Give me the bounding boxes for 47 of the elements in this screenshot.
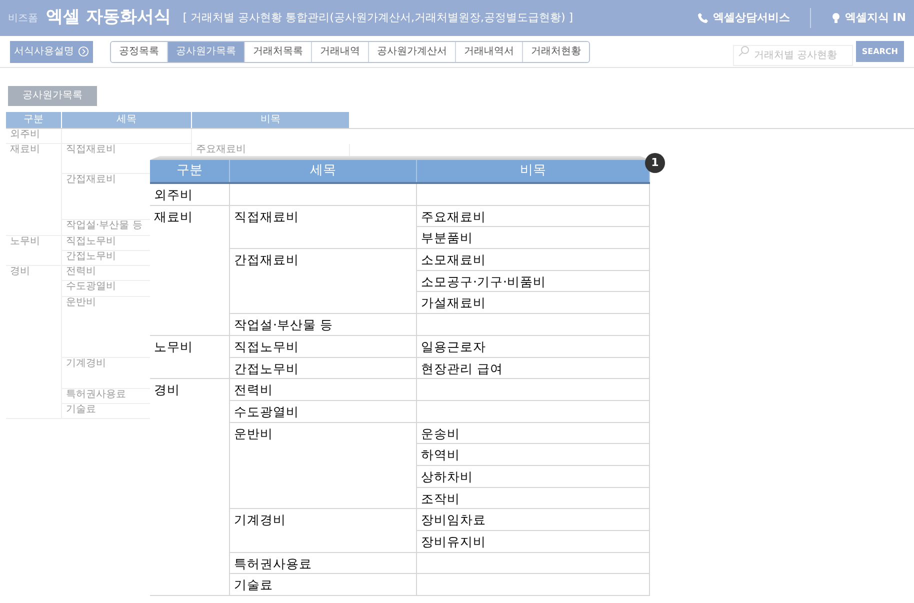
item-cell: 상하차비 (417, 466, 650, 488)
item-cell: 현장관리 급여 (417, 358, 650, 380)
item-cell: 소모재료비 (417, 249, 650, 271)
search-icon (738, 45, 750, 57)
search-field[interactable]: 거래처별 공사현황 (732, 45, 853, 66)
item-cell: 운송비 (417, 422, 650, 444)
subcategory-cell: 직접노무비 (230, 336, 417, 358)
subcategory-cell: 수도광열비 (230, 400, 417, 423)
app-title: 엑셀 자동화서식 (46, 6, 171, 30)
category-cell: 재료비 (6, 144, 62, 236)
subcategory-cell: 간접노무비 (230, 358, 417, 380)
item-cell: 하역비 (417, 444, 650, 466)
item-cell: 장비임차료 (417, 509, 650, 531)
category-cell: 경비 (6, 266, 62, 420)
subcategory-cell: 운반비 (230, 422, 417, 510)
subcategory-cell: 직접재료비 (230, 206, 417, 250)
subcategory-cell: 작업설·부산물 등 (230, 314, 417, 336)
app-subtitle: [ 거래처별 공사현황 통합관리(공사원가계산서,거래처별원장,공정별도급현황) ] (182, 10, 574, 26)
item-cell: 가설재료비 (417, 292, 650, 314)
item-cell: 소모공구·기구·비품비 (417, 270, 650, 292)
category-cell: 외주비 (150, 184, 230, 206)
item-cell: 조작비 (417, 488, 650, 510)
column-header: 비목 (417, 160, 650, 182)
category-cell: 노무비 (6, 236, 62, 266)
bulb-icon (830, 12, 841, 24)
item-cell: 부분품비 (417, 227, 650, 250)
category-cell: 재료비 (150, 206, 230, 336)
brand-logo: 비즈폼 (8, 12, 38, 26)
column-header: 구분 (6, 112, 62, 128)
subcategory-cell: 기술료 (230, 574, 417, 596)
subcategory-cell: 전력비 (230, 379, 417, 401)
nav-tab[interactable]: 공정목록 (111, 42, 168, 62)
category-cell: 경비 (150, 379, 230, 596)
subcategory-cell: 간접재료비 (230, 249, 417, 314)
phone-icon (696, 12, 709, 24)
number-badge: 1 (645, 153, 665, 173)
column-header: 비목 (192, 112, 350, 128)
category-cell: 외주비 (6, 128, 62, 144)
column-header: 구분 (150, 160, 230, 182)
item-cell: 주요재료비 (417, 206, 650, 228)
subcategory-cell: 특허권사용료 (230, 552, 417, 574)
column-header: 세목 (230, 160, 417, 182)
item-cell: 일용근로자 (417, 336, 650, 358)
item-cell: 장비유지비 (417, 531, 650, 553)
column-header: 세목 (62, 112, 192, 128)
subcategory-cell: 기계경비 (230, 509, 417, 553)
category-cell: 노무비 (150, 336, 230, 380)
